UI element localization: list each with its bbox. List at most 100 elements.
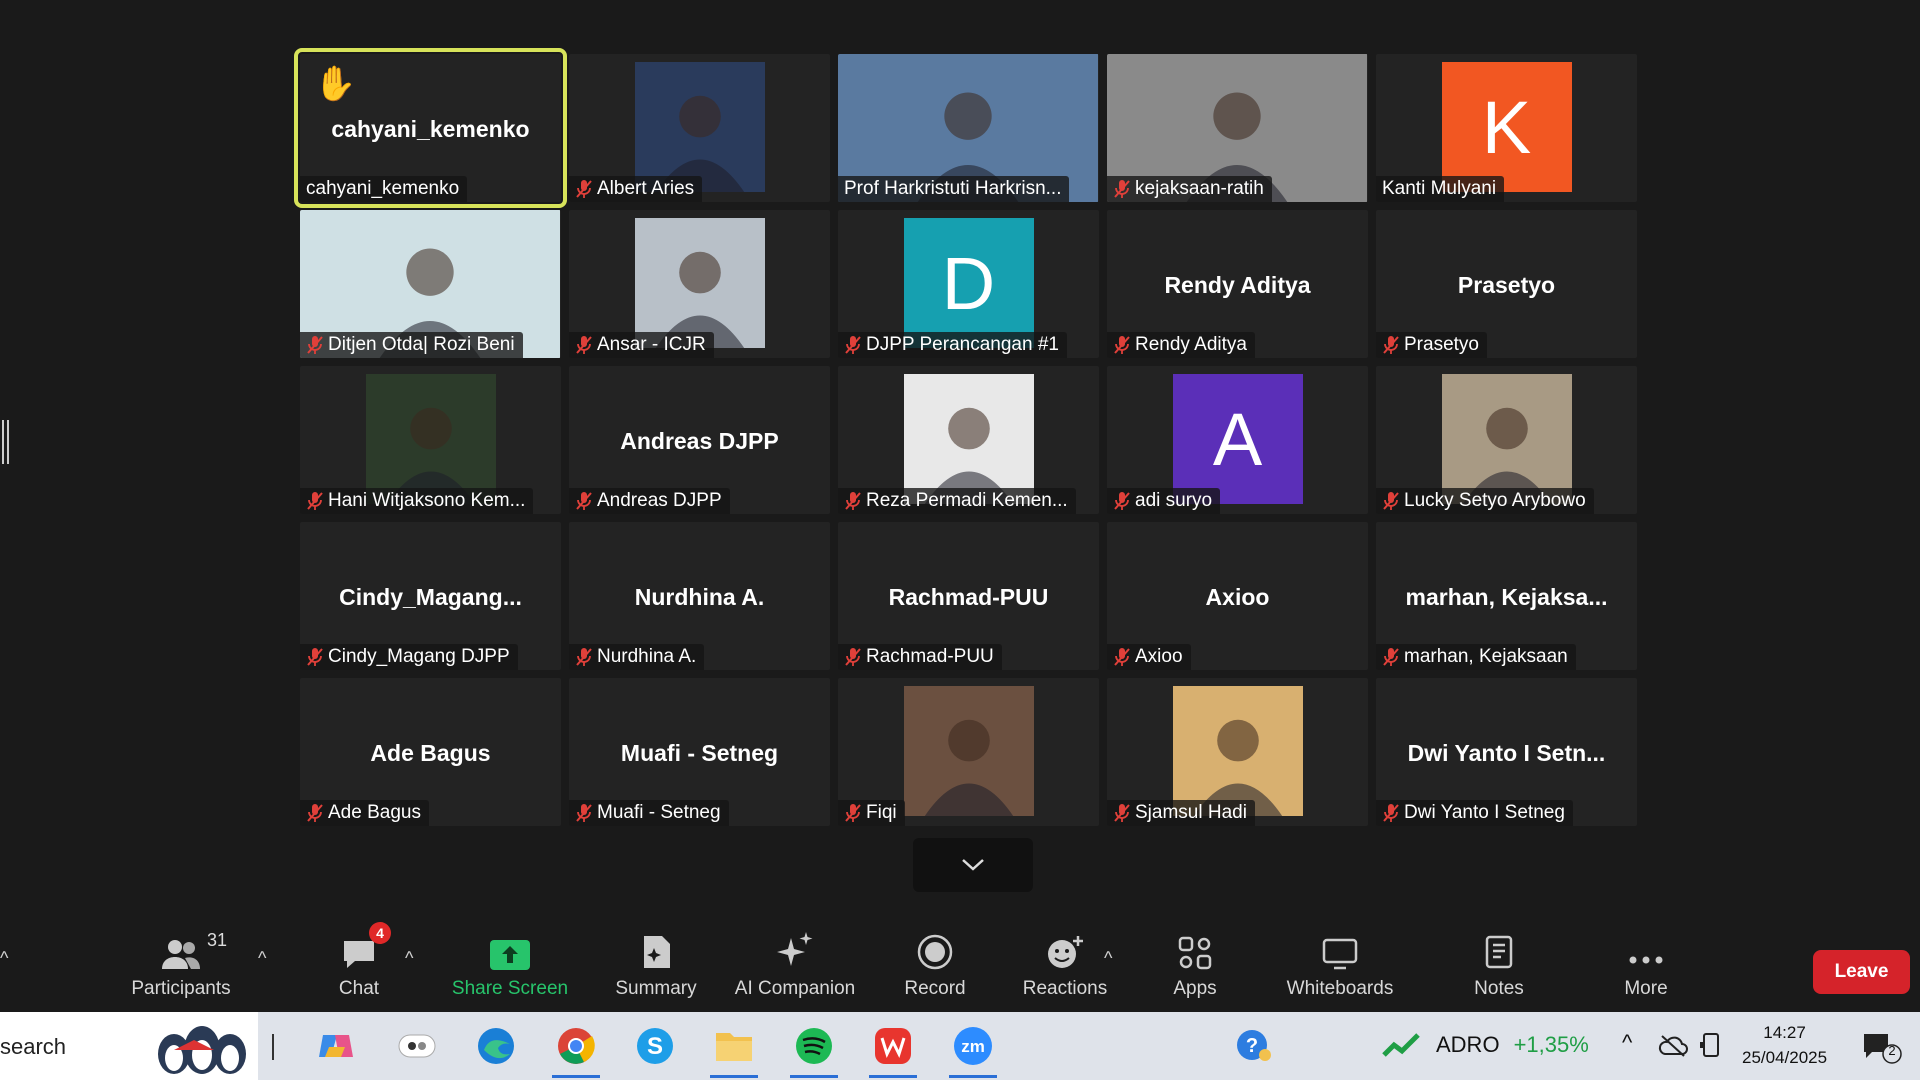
taskbar-edge-icon[interactable] [472, 1022, 520, 1070]
participant-tile[interactable]: Muafi - Setneg Muafi - Setneg [569, 678, 830, 826]
participants-caret[interactable]: ^ [258, 948, 266, 969]
participant-name-label: Hani Witjaksono Kem... [300, 488, 534, 514]
svg-text:?: ? [1246, 1035, 1258, 1057]
participant-tile[interactable]: Prof Harkristuti Harkrisn... [838, 54, 1099, 202]
more-button[interactable]: More [1622, 928, 1670, 1010]
participant-video [903, 374, 1034, 504]
muted-mic-icon [576, 336, 592, 354]
muted-mic-icon [845, 648, 861, 666]
participant-avatar: D [903, 218, 1034, 348]
participant-tile[interactable]: Rendy Aditya Rendy Aditya [1107, 210, 1368, 358]
participant-tile[interactable]: Ade Bagus Ade Bagus [300, 678, 561, 826]
taskbar-wps-office-icon[interactable] [869, 1022, 917, 1078]
notification-center-button[interactable]: 2 [1862, 1032, 1902, 1069]
ai-companion-button[interactable]: AI Companion [732, 928, 858, 1010]
participant-name-label: Andreas DJPP [569, 488, 730, 514]
device-icon[interactable] [1700, 1032, 1722, 1058]
toolbar-collapse-caret[interactable]: ^ [0, 948, 8, 969]
summary-label: Summary [615, 978, 697, 999]
taskbar-copilot-icon[interactable] [312, 1022, 360, 1070]
summary-button[interactable]: Summary [612, 928, 700, 1010]
more-dots-icon [1629, 956, 1663, 964]
stock-change: +1,35% [1513, 1032, 1589, 1057]
participant-tile[interactable]: marhan, Kejaksa... marhan, Kejaksaan [1376, 522, 1637, 670]
participant-name: Axioo [1135, 646, 1183, 667]
muted-mic-icon [1114, 804, 1130, 822]
taskbar-file-explorer-icon[interactable] [710, 1022, 758, 1078]
notes-button[interactable]: Notes [1472, 928, 1526, 1010]
participant-tile[interactable]: Nurdhina A. Nurdhina A. [569, 522, 830, 670]
participant-tile[interactable]: cahyani_kemenko ✋ cahyani_kemenko [294, 48, 567, 208]
chat-button[interactable]: 4 Chat [336, 922, 391, 1010]
apps-icon [1178, 936, 1212, 970]
record-button[interactable]: Record [904, 928, 966, 1010]
participant-name: Lucky Setyo Arybowo [1404, 490, 1586, 511]
participant-display-name: Muafi - Setneg [620, 740, 779, 766]
chat-caret[interactable]: ^ [405, 948, 413, 969]
person-silhouette-icon [924, 407, 1013, 504]
notification-count: 2 [1888, 1043, 1896, 1058]
reactions-caret[interactable]: ^ [1104, 948, 1112, 969]
leave-button[interactable]: Leave [1813, 950, 1910, 994]
participant-tile[interactable]: D DJPP Perancangan #1 [838, 210, 1099, 358]
participants-button[interactable]: 31 Participants [128, 928, 234, 1010]
participant-tile[interactable]: Ansar - ICJR [569, 210, 830, 358]
participant-name: Nurdhina A. [597, 646, 697, 667]
participant-name: kejaksaan-ratih [1135, 178, 1264, 199]
gallery-next-page-button[interactable] [913, 838, 1033, 892]
participant-tile[interactable]: Prasetyo Prasetyo [1376, 210, 1637, 358]
participant-name: Rachmad-PUU [866, 646, 994, 667]
share-screen-button[interactable]: Share Screen [452, 928, 568, 1010]
taskbar-help-icon[interactable]: ? [1230, 1022, 1278, 1070]
taskbar-toggle-icon[interactable] [393, 1022, 441, 1070]
whiteboards-button[interactable]: Whiteboards [1282, 928, 1398, 1010]
participant-name-label: Axioo [1107, 644, 1191, 670]
tray-overflow-chevron-icon[interactable]: ^ [1622, 1030, 1632, 1056]
muted-mic-icon [576, 492, 592, 510]
participant-tile[interactable]: Reza Permadi Kemen... [838, 366, 1099, 514]
stock-symbol: ADRO [1436, 1032, 1500, 1057]
participant-name-label: Sjamsul Hadi [1107, 800, 1255, 826]
muted-mic-icon [576, 804, 592, 822]
taskbar-search-box[interactable]: search [0, 1012, 258, 1080]
participant-tile[interactable]: kejaksaan-ratih [1107, 54, 1368, 202]
participant-tile[interactable]: Rachmad-PUU Rachmad-PUU [838, 522, 1099, 670]
participant-tile[interactable]: Albert Aries [569, 54, 830, 202]
participant-name: Sjamsul Hadi [1135, 802, 1247, 823]
participant-tile[interactable]: Ditjen Otda| Rozi Beni [300, 210, 561, 358]
muted-mic-icon [845, 336, 861, 354]
participant-name-label: Dwi Yanto I Setneg [1376, 800, 1573, 826]
participant-tile[interactable]: K Kanti Mulyani [1376, 54, 1637, 202]
participant-name: Fiqi [866, 802, 897, 823]
participant-tile[interactable]: Axioo Axioo [1107, 522, 1368, 670]
side-panel-handle[interactable] [2, 420, 10, 464]
participant-tile[interactable]: Sjamsul Hadi [1107, 678, 1368, 826]
chat-label: Chat [338, 978, 380, 999]
participant-display-name: Cindy_Magang... [339, 584, 522, 610]
apps-button[interactable]: Apps [1170, 928, 1220, 1010]
reactions-button[interactable]: Reactions [1022, 928, 1108, 1010]
participant-tile[interactable]: Lucky Setyo Arybowo [1376, 366, 1637, 514]
taskbar-spotify-icon[interactable] [790, 1022, 838, 1078]
participant-tile[interactable]: Andreas DJPP Andreas DJPP [569, 366, 830, 514]
participant-tile[interactable]: Aadi suryo [1107, 366, 1368, 514]
taskbar-chrome-icon[interactable] [552, 1022, 600, 1078]
reactions-icon [1048, 936, 1083, 968]
participant-name-label: Fiqi [838, 800, 905, 826]
participant-tile[interactable]: Hani Witjaksono Kem... [300, 366, 561, 514]
participant-display-name: Nurdhina A. [634, 584, 765, 610]
cloud-offline-icon[interactable] [1658, 1034, 1688, 1058]
notes-label: Notes [1474, 978, 1524, 999]
participant-tile[interactable]: Cindy_Magang... Cindy_Magang DJPP [300, 522, 561, 670]
participant-avatar: A [1172, 374, 1303, 504]
stock-chart-icon [1382, 1033, 1420, 1057]
participant-tile[interactable]: Dwi Yanto I Setn... Dwi Yanto I Setneg [1376, 678, 1637, 826]
stock-ticker-widget[interactable]: ADRO +1,35% [1382, 1032, 1589, 1058]
taskbar-zoom-icon[interactable]: zm [949, 1022, 997, 1078]
taskbar-clock[interactable]: 14:27 25/04/2025 [1742, 1020, 1827, 1070]
participant-tile[interactable]: Fiqi [838, 678, 1099, 826]
muted-mic-icon [845, 492, 861, 510]
share-screen-icon [490, 940, 530, 970]
taskbar-skype-icon[interactable]: S [631, 1022, 679, 1070]
participant-name-label: Nurdhina A. [569, 644, 705, 670]
